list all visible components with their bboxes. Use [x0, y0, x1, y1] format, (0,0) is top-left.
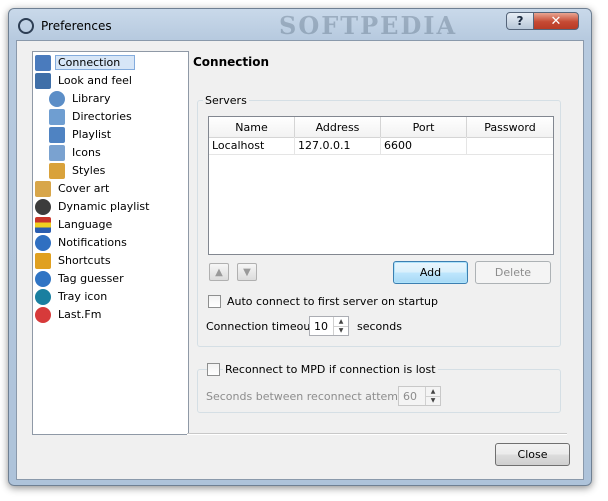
table-row[interactable]: Localhost 127.0.0.1 6600: [209, 137, 553, 155]
tree-item-cover-art[interactable]: Cover art: [35, 180, 112, 197]
reconnect-attempts-value: 60: [403, 390, 417, 403]
reconnect-attempts-spinbox[interactable]: 60 ▲ ▼: [398, 386, 441, 406]
playlist-icon: [49, 126, 65, 143]
preferences-window: Preferences SOFTPEDIA ? ✕ Connection Loo…: [8, 8, 592, 486]
lastfm-icon: [35, 306, 51, 323]
cover-art-icon: [35, 180, 51, 197]
cell-address[interactable]: 127.0.0.1: [295, 137, 381, 154]
cell-password[interactable]: [467, 137, 553, 154]
move-down-button[interactable]: ▼: [237, 263, 257, 281]
auto-connect-checkbox[interactable]: [208, 295, 221, 308]
tree-item-styles[interactable]: Styles: [49, 162, 108, 179]
title-bar[interactable]: Preferences SOFTPEDIA ? ✕: [9, 9, 591, 41]
dialog-client-area: Connection Look and feel Library Directo…: [16, 40, 584, 480]
cell-port[interactable]: 6600: [381, 137, 467, 154]
tree-item-look-and-feel[interactable]: Look and feel: [35, 72, 135, 89]
tree-item-directories[interactable]: Directories: [49, 108, 135, 125]
column-header-port[interactable]: Port: [381, 117, 467, 137]
tree-item-label: Directories: [72, 110, 132, 123]
watermark: SOFTPEDIA: [279, 11, 458, 40]
column-header-name[interactable]: Name: [209, 117, 295, 137]
servers-group-title: Servers: [203, 94, 249, 107]
tree-item-library[interactable]: Library: [49, 90, 113, 107]
tree-item-label: Tag guesser: [58, 272, 124, 285]
timeout-unit-label: seconds: [357, 320, 402, 333]
tree-item-label: Tray icon: [58, 290, 108, 303]
settings-tree[interactable]: Connection Look and feel Library Directo…: [32, 51, 189, 435]
tree-item-label: Language: [58, 218, 113, 231]
tree-item-label: Look and feel: [58, 74, 132, 87]
spin-down-icon[interactable]: ▼: [425, 396, 440, 405]
tree-item-icons[interactable]: Icons: [49, 144, 104, 161]
tree-item-shortcuts[interactable]: Shortcuts: [35, 252, 114, 269]
page-title: Connection: [193, 55, 270, 69]
help-icon: [35, 270, 51, 287]
tree-item-label: Connection: [55, 55, 136, 70]
styles-icon: [49, 162, 65, 179]
reconnect-label: Reconnect to MPD if connection is lost: [223, 363, 438, 376]
tree-item-label: Shortcuts: [58, 254, 111, 267]
arrow-up-icon: ▲: [215, 266, 223, 278]
tree-item-label: Last.Fm: [58, 308, 102, 321]
tree-item-dynamic-playlist[interactable]: Dynamic playlist: [35, 198, 152, 215]
footer-separator: [187, 433, 567, 435]
timeout-spinbox[interactable]: 10 ▲ ▼: [309, 316, 349, 336]
window-title: Preferences: [41, 19, 112, 33]
close-window-button[interactable]: ✕: [533, 12, 579, 30]
app-headphones-icon: [18, 18, 34, 34]
tree-item-label: Styles: [72, 164, 106, 177]
tree-item-language[interactable]: Language: [35, 216, 115, 233]
spin-down-icon[interactable]: ▼: [333, 326, 348, 335]
gear-icon: [35, 198, 51, 215]
move-up-button[interactable]: ▲: [209, 263, 229, 281]
arrow-down-icon: ▼: [243, 266, 251, 278]
tree-item-label: Cover art: [58, 182, 110, 195]
table-header: Name Address Port Password: [209, 117, 553, 138]
help-button[interactable]: ?: [506, 12, 534, 30]
delete-button[interactable]: Delete: [475, 261, 551, 284]
auto-connect-label: Auto connect to first server on startup: [227, 295, 439, 308]
add-button[interactable]: Add: [393, 261, 468, 284]
tree-item-connection[interactable]: Connection: [35, 54, 136, 71]
close-button[interactable]: Close: [495, 443, 570, 466]
tree-item-last-fm[interactable]: Last.Fm: [35, 306, 104, 323]
tray-icon: [35, 288, 51, 305]
tree-item-tray-icon[interactable]: Tray icon: [35, 288, 110, 305]
connection-icon: [35, 54, 51, 71]
directories-icon: [49, 108, 65, 125]
tree-item-label: Dynamic playlist: [58, 200, 150, 213]
tree-item-label: Notifications: [58, 236, 127, 249]
look-and-feel-icon: [35, 72, 51, 89]
icons-icon: [49, 144, 65, 161]
tree-item-label: Library: [72, 92, 111, 105]
servers-table[interactable]: Name Address Port Password Localhost 127…: [208, 116, 554, 255]
library-icon: [49, 90, 65, 107]
tree-item-tag-guesser[interactable]: Tag guesser: [35, 270, 127, 287]
tree-item-playlist[interactable]: Playlist: [49, 126, 114, 143]
info-icon: [35, 234, 51, 251]
reconnect-checkbox[interactable]: [207, 363, 220, 376]
timeout-value: 10: [314, 320, 328, 333]
cell-name[interactable]: Localhost: [209, 137, 295, 154]
tree-item-label: Playlist: [72, 128, 112, 141]
column-header-password[interactable]: Password: [467, 117, 553, 137]
flag-icon: [35, 216, 51, 233]
shortcuts-icon: [35, 252, 51, 269]
column-header-address[interactable]: Address: [295, 117, 381, 137]
reconnect-attempts-label: Seconds between reconnect attempts:: [206, 390, 419, 403]
timeout-label: Connection timeout:: [206, 320, 319, 333]
tree-item-label: Icons: [72, 146, 101, 159]
tree-item-notifications[interactable]: Notifications: [35, 234, 130, 251]
